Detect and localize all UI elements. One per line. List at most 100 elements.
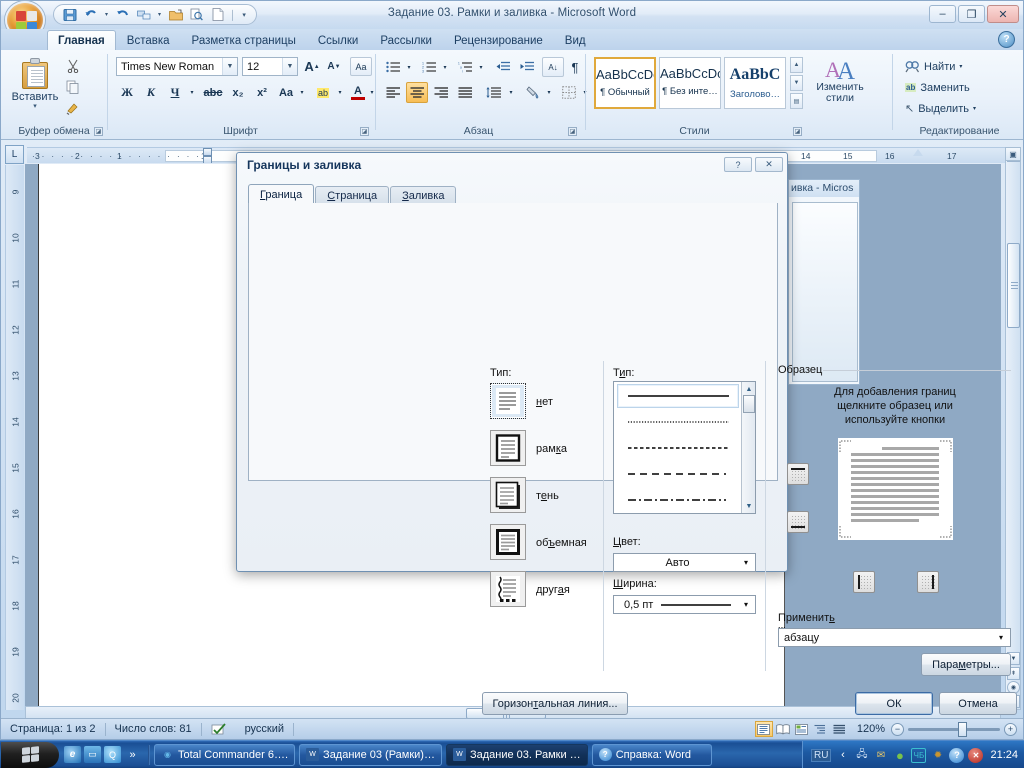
help-icon[interactable]: ? xyxy=(998,31,1015,48)
replace-button[interactable]: ab Заменить xyxy=(900,78,975,97)
select-button[interactable]: ↖ Выделить ▾ xyxy=(900,99,981,118)
borders-and-shading-dialog[interactable]: Границы и заливка ? ✕ Граница Страница З… xyxy=(236,152,1017,715)
show-desktop-icon[interactable]: ▭ xyxy=(84,746,101,763)
dialog-tab-заливка[interactable]: Заливка xyxy=(390,186,457,204)
redo-icon[interactable] xyxy=(113,6,132,23)
clipboard-icon[interactable]: ЧБ xyxy=(911,747,927,763)
web-layout-view-button[interactable] xyxy=(793,721,811,737)
cut-icon[interactable] xyxy=(63,56,83,75)
font-size-input[interactable]: 12 ▼ xyxy=(242,57,298,76)
first-line-indent-marker[interactable] xyxy=(203,148,212,156)
taskbar-clock[interactable]: 21:24 xyxy=(990,749,1018,761)
style-item-без-интервала[interactable]: AaBbCcDc ¶ Без инте… xyxy=(659,57,721,109)
change-styles-button[interactable]: AA Изменить стили xyxy=(811,55,869,117)
apply-to-dropdown[interactable]: абзацу ▾ xyxy=(778,628,1011,647)
format-painter-icon[interactable] xyxy=(63,98,83,117)
print-preview-icon[interactable] xyxy=(187,6,206,23)
line-spacing-button[interactable] xyxy=(482,82,506,103)
border-preset-нет[interactable] xyxy=(490,383,526,419)
underline-button[interactable]: Ч xyxy=(164,82,186,103)
print-layout-view-button[interactable] xyxy=(754,721,773,737)
numbering-dropdown-icon[interactable]: ▾ xyxy=(440,57,450,77)
border-preview-box[interactable] xyxy=(838,438,953,540)
taskbar-item-total-commander[interactable]: ◉ Total Commander 6…. xyxy=(154,743,296,766)
hanging-indent-marker[interactable] xyxy=(203,156,212,163)
line-style-scrollbar[interactable]: ▲ ▼ xyxy=(741,382,755,513)
highlight-button[interactable]: ab xyxy=(311,82,335,103)
align-center-button[interactable] xyxy=(406,82,428,103)
taskbar-item-word-help[interactable]: ? Справка: Word xyxy=(591,743,712,766)
find-button[interactable]: Найти ▾ xyxy=(900,57,967,76)
right-border-button[interactable] xyxy=(917,571,939,593)
font-dialog-launcher[interactable]: ◪ xyxy=(360,127,369,136)
font-name-input[interactable]: Times New Roman ▼ xyxy=(116,57,238,76)
close-button[interactable]: ✕ xyxy=(987,5,1019,23)
table-dropdown-icon[interactable]: ▾ xyxy=(155,6,164,23)
tab-вид[interactable]: Вид xyxy=(554,30,597,50)
line-style-scroll-down-button[interactable]: ▼ xyxy=(743,500,755,512)
language-indicator[interactable]: RU xyxy=(811,748,832,762)
grow-font-button[interactable]: A ▲ xyxy=(302,57,322,76)
undo-icon[interactable] xyxy=(81,6,100,23)
top-border-button[interactable] xyxy=(787,463,809,485)
undo-dropdown-icon[interactable]: ▾ xyxy=(102,6,111,23)
zoom-track[interactable] xyxy=(908,721,1000,737)
vertical-ruler[interactable]: 9 10 11 12 13 14 15 16 17 18 19 20 xyxy=(5,165,24,710)
line-style-scroll-thumb[interactable] xyxy=(743,395,755,413)
style-item-обычный[interactable]: AaBbCcDc ¶ Обычный xyxy=(594,57,656,109)
dialog-tab-страница[interactable]: Страница xyxy=(315,186,390,204)
language-status[interactable]: русский xyxy=(236,721,293,738)
decrease-indent-button[interactable] xyxy=(492,57,514,77)
outline-view-button[interactable] xyxy=(812,721,830,737)
color-dropdown[interactable]: Авто ▾ xyxy=(613,553,756,572)
apply-to-dropdown-icon[interactable]: ▾ xyxy=(993,630,1009,645)
options-button[interactable]: Параметры... xyxy=(921,653,1011,676)
tab-ссылки[interactable]: Ссылки xyxy=(307,30,370,50)
paste-dropdown-arrow[interactable]: ▾ xyxy=(33,103,37,110)
taskbar-item-word-doc-1[interactable]: W Задание 03 (Рамки)… xyxy=(299,743,442,766)
zoom-thumb[interactable] xyxy=(958,721,967,737)
justify-button[interactable] xyxy=(454,82,476,103)
new-doc-icon[interactable] xyxy=(208,6,227,23)
show-marks-button[interactable]: ¶ xyxy=(566,57,584,77)
ok-button[interactable]: ОК xyxy=(855,692,933,715)
align-left-button[interactable] xyxy=(382,82,404,103)
tab-вставка[interactable]: Вставка xyxy=(116,30,181,50)
paragraph-dialog-launcher[interactable]: ◪ xyxy=(568,127,577,136)
numbering-button[interactable]: 123 xyxy=(418,57,440,77)
background-word-window[interactable]: ивка - Micros xyxy=(788,179,860,385)
mail-icon[interactable]: ✉ xyxy=(873,748,888,763)
vertical-scroll-thumb[interactable] xyxy=(1007,243,1020,328)
search-icon[interactable]: Q xyxy=(104,746,121,763)
right-indent-marker[interactable] xyxy=(913,149,923,156)
horizontal-line-button[interactable]: Горизонтальная линия... xyxy=(482,692,628,715)
word-count-status[interactable]: Число слов: 81 xyxy=(106,721,201,738)
help-tray-icon[interactable]: ? xyxy=(949,747,965,763)
zoom-slider[interactable]: − + xyxy=(891,721,1017,737)
styles-dialog-launcher[interactable]: ◪ xyxy=(793,127,802,136)
tray-expand-icon[interactable]: ‹ xyxy=(835,748,850,763)
shrink-font-button[interactable]: A ▼ xyxy=(324,57,344,76)
tab-рассылки[interactable]: Рассылки xyxy=(369,30,443,50)
dialog-tab-граница[interactable]: Граница xyxy=(248,184,315,204)
multilevel-dropdown-icon[interactable]: ▾ xyxy=(476,57,486,77)
line-style-option-dashed-small[interactable] xyxy=(617,436,739,460)
styles-scroll-up-button[interactable]: ▲ xyxy=(790,57,803,73)
clear-formatting-button[interactable]: Aa xyxy=(350,57,372,76)
bottom-border-button[interactable] xyxy=(787,511,809,533)
cancel-button[interactable]: Отмена xyxy=(939,692,1017,715)
line-style-listbox[interactable]: ▲ ▼ xyxy=(613,381,756,514)
quick-launch-more-icon[interactable]: » xyxy=(124,746,141,763)
paste-button[interactable]: Вставить ▾ xyxy=(9,55,61,119)
dialog-help-button[interactable]: ? xyxy=(724,157,752,172)
style-item-заголовок[interactable]: AaBbC Заголово… xyxy=(724,57,786,109)
border-preset-объемная[interactable] xyxy=(490,524,526,560)
strikethrough-button[interactable]: abc xyxy=(201,82,225,103)
change-case-dropdown-icon[interactable]: ▾ xyxy=(297,82,307,103)
page-status[interactable]: Страница: 1 из 2 xyxy=(1,721,105,738)
line-style-option-dashed-medium[interactable] xyxy=(617,462,739,486)
line-style-scroll-up-button[interactable]: ▲ xyxy=(743,383,755,395)
line-style-option-solid[interactable] xyxy=(617,384,739,408)
alert-icon[interactable]: ✕ xyxy=(968,747,984,763)
full-screen-reading-view-button[interactable] xyxy=(774,721,792,737)
